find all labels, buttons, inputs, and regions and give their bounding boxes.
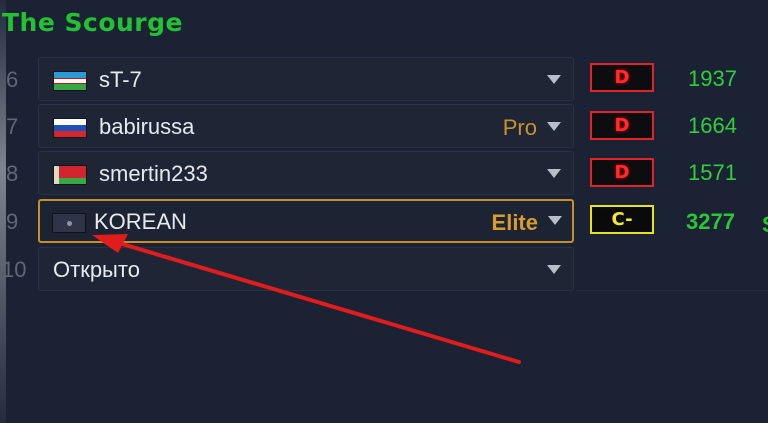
- player-name: babirussa: [99, 114, 195, 139]
- account-tier-badge: Elite: [491, 210, 538, 235]
- chevron-down-icon[interactable]: [547, 169, 561, 178]
- russia-flag-icon: [53, 118, 87, 138]
- player-slot-selector[interactable]: babirussa Pro: [38, 104, 574, 148]
- rating-value: 1664: [688, 113, 737, 138]
- uzbekistan-flag-icon: [53, 71, 87, 91]
- team-title: The Scourge: [2, 8, 183, 37]
- chevron-down-icon[interactable]: [547, 75, 561, 84]
- slot-number: 6: [6, 67, 19, 92]
- slot-number: 10: [2, 257, 27, 282]
- rank-badge: D: [590, 111, 654, 140]
- rating-value: 1937: [688, 66, 737, 91]
- slot-number: 8: [6, 161, 19, 186]
- open-slot-label: Открыто: [53, 257, 140, 282]
- player-slot-selector[interactable]: smertin233: [38, 151, 574, 195]
- account-tier-badge: Pro: [502, 115, 537, 140]
- rating-value: 1571: [688, 160, 737, 185]
- slot-number: 7: [6, 114, 19, 139]
- divider: [576, 290, 768, 291]
- player-slot-selector[interactable]: sT-7: [38, 57, 574, 101]
- chevron-down-icon[interactable]: [547, 265, 561, 274]
- rank-badge: D: [590, 63, 654, 92]
- player-name: smertin233: [99, 161, 208, 186]
- player-slot-selector[interactable]: KOREAN Elite: [38, 199, 574, 243]
- player-name: sT-7: [99, 67, 142, 92]
- rating-value: 3277: [686, 209, 735, 234]
- rank-badge: C-: [590, 205, 654, 234]
- chevron-down-icon[interactable]: [548, 216, 562, 225]
- slot-number: 9: [6, 209, 19, 234]
- chevron-down-icon[interactable]: [547, 122, 561, 131]
- open-slot-selector[interactable]: Открыто: [38, 247, 574, 291]
- belarus-flag-icon: [53, 165, 87, 185]
- rank-badge: D: [590, 158, 654, 187]
- cut-off-text: S: [762, 212, 768, 238]
- player-name: KOREAN: [94, 209, 187, 234]
- south-korea-flag-icon: [52, 213, 86, 233]
